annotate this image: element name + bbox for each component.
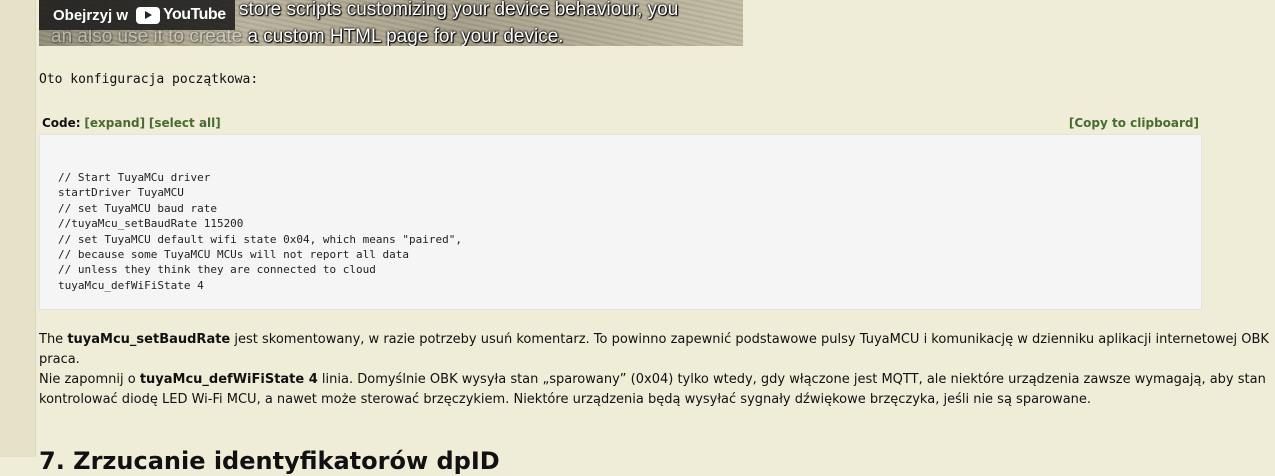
paragraph-baudrate-line-1: The tuyaMcu_setBaudRate jest skomentowan… (39, 330, 1275, 350)
youtube-play-icon (136, 6, 161, 24)
code-line: // Start TuyaMCu driver (58, 171, 211, 184)
code-line: // set TuyaMCU baud rate (58, 201, 217, 215)
copy-to-clipboard-link[interactable]: [Copy to clipboard] (1069, 113, 1199, 133)
paragraph-wifistate: Nie zapomnij o tuyaMcu_defWiFiState 4 li… (39, 370, 1275, 409)
code-line: // because some TuyaMCU MCUs will not re… (58, 248, 409, 262)
paragraph-wifistate-line-1: Nie zapomnij o tuyaMcu_defWiFiState 4 li… (39, 370, 1275, 390)
paragraph-wifistate-line-2: kontrolować diodę LED Wi-Fi MCU, a nawet… (39, 391, 1092, 407)
youtube-logo: YouTube (136, 6, 226, 24)
watch-on-youtube-button[interactable]: Obejrzyj w YouTube (39, 0, 235, 30)
left-margin-strip (0, 0, 36, 457)
wifistate-command: tuyaMcu_defWiFiState 4 (139, 372, 318, 387)
code-line: // unless they think they are connected … (58, 263, 376, 277)
code-line: // set TuyaMCU default wifi state 0x04, … (58, 232, 462, 246)
paragraph-baudrate-line-2: praca. (39, 351, 80, 367)
code-line: //tuyaMcu_setBaudRate 115200 (58, 217, 244, 231)
code-header: Code: [expand] [select all] [Copy to cli… (39, 113, 1202, 133)
code-label: Code: (42, 116, 81, 130)
text-span: linia. Domyślnie OBK wysyła stan „sparow… (317, 372, 1266, 387)
select-all-link[interactable]: [select all] (149, 116, 221, 130)
paragraph-baudrate: The tuyaMcu_setBaudRate jest skomentowan… (39, 330, 1275, 369)
text-span: jest skomentowany, w razie potrzeby usuń… (230, 332, 1269, 347)
code-line: tuyaMcu_defWiFiState 4 (58, 278, 204, 292)
code-line: startDriver TuyaMCU (58, 186, 184, 200)
baudrate-command: tuyaMcu_setBaudRate (67, 332, 231, 347)
youtube-wordmark: YouTube (163, 6, 226, 23)
section-heading: 7. Zrzucanie identyfikatorów dpID (39, 447, 500, 475)
expand-link[interactable]: [expand] (84, 116, 145, 130)
intro-text: Oto konfiguracja początkowa: (39, 72, 259, 87)
youtube-video-embed[interactable]: store scripts customizing your device be… (39, 0, 743, 46)
video-caption-text: a custom HTML page for your device. (242, 26, 564, 46)
code-block[interactable]: // Start TuyaMCu driver startDriver Tuya… (39, 134, 1202, 310)
text-span: Nie zapomnij o (39, 372, 140, 387)
watch-label: Obejrzyj w (53, 6, 129, 24)
text-span: The (39, 332, 68, 347)
